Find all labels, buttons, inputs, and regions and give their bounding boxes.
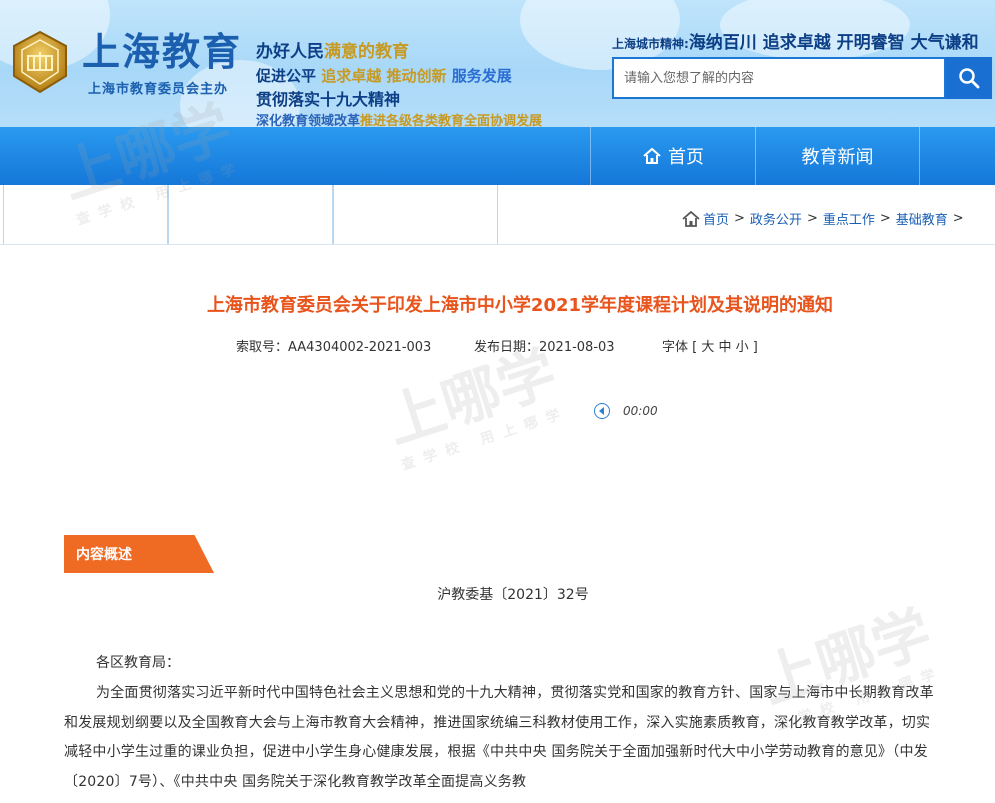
document-number: 沪教委基〔2021〕32号 <box>437 587 589 603</box>
search-button[interactable] <box>946 57 992 99</box>
site-subtitle: 上海市教育委员会主办 <box>88 82 229 97</box>
search-icon <box>958 67 980 89</box>
search-input[interactable] <box>614 59 944 97</box>
slogan-line: 促进公平 追求卓越 推动创新 服务发展 <box>256 64 542 88</box>
play-icon <box>598 407 606 415</box>
nav-item-label: 首页 <box>668 147 704 168</box>
publish-date: 发布日期：2021-08-03 <box>474 340 615 355</box>
article-title: 上海市教育委员会关于印发上海市中小学2021学年度课程计划及其说明的通知 <box>206 295 834 316</box>
audio-player: 00:00 <box>594 403 658 419</box>
breadcrumb-separator: > <box>879 211 891 226</box>
site-header: 上海教育 上海市教育委员会主办 办好人民满意的教育 促进公平 追求卓越 推动创新… <box>0 0 995 127</box>
header-slogans: 办好人民满意的教育 促进公平 追求卓越 推动创新 服务发展 贯彻落实十九大精神 … <box>256 40 542 127</box>
breadcrumb-item[interactable]: 基础教育 <box>896 209 948 228</box>
watermark-text: 查学校 用上哪学 <box>399 404 571 474</box>
audio-time: 00:00 <box>623 404 658 418</box>
salutation: 各区教育局： <box>96 655 180 671</box>
breadcrumb-item[interactable]: 首页 <box>703 209 729 228</box>
slogan-text: 办好人民 <box>256 42 324 62</box>
site-title[interactable]: 上海教育 <box>82 30 242 74</box>
breadcrumb-item[interactable]: 重点工作 <box>823 209 875 228</box>
home-icon <box>642 146 662 166</box>
home-icon <box>682 210 700 227</box>
slogan-text: 满意的教育 <box>324 42 409 62</box>
article-paragraph: 为全面贯彻落实习近平新时代中国特色社会主义思想和党的十九大精神，贯彻落实党和国家… <box>64 685 934 790</box>
slogan-text: 服务发展 <box>451 67 512 85</box>
index-number: 索取号：AA4304002-2021-003 <box>236 340 432 355</box>
slogan-text: 深化教育领域改革 <box>256 114 361 127</box>
breadcrumb-item[interactable]: 政务公开 <box>750 209 802 228</box>
breadcrumb: 首页 > 政务公开 > 重点工作 > 基础教育 > <box>682 209 969 228</box>
nav-item-news[interactable]: 教育新闻 <box>755 127 920 185</box>
article-meta: 索取号：AA4304002-2021-003 发布日期：2021-08-03 字… <box>236 336 758 355</box>
sub-nav: 首页 > 政务公开 > 重点工作 > 基础教育 > <box>0 185 995 245</box>
city-spirit-label: 上海城市精神: <box>612 37 689 51</box>
slogan-line: 深化教育领域改革推进各级各类教育全面协调发展 <box>256 112 542 127</box>
section-tag: 内容概述 <box>64 535 214 573</box>
slogan-text: 推动创新 <box>386 67 447 85</box>
search-box <box>612 57 946 99</box>
slogan-line: 办好人民满意的教育 <box>256 40 542 64</box>
slogan-text: 促进公平 <box>256 67 317 85</box>
site-logo-icon[interactable] <box>8 30 72 94</box>
main-nav: 首页 教育新闻 <box>0 127 995 185</box>
breadcrumb-separator: > <box>952 211 964 226</box>
sub-nav-cell[interactable] <box>3 185 168 244</box>
sub-nav-cell[interactable] <box>168 185 333 244</box>
breadcrumb-separator: > <box>734 211 745 226</box>
slogan-line: 贯彻落实十九大精神 <box>256 90 401 109</box>
sub-nav-cell[interactable] <box>333 185 498 244</box>
nav-item-label: 教育新闻 <box>801 147 874 168</box>
slogan-text: 追求卓越 <box>321 67 382 85</box>
breadcrumb-separator: > <box>806 211 818 226</box>
font-size-selector[interactable]: 字体 [ 大 中 小 ] <box>662 336 758 355</box>
city-spirit: 上海城市精神:海纳百川 追求卓越 开明睿智 大气谦和 <box>612 28 979 53</box>
city-spirit-value: 海纳百川 追求卓越 开明睿智 大气谦和 <box>688 33 979 53</box>
nav-item-home[interactable]: 首页 <box>590 127 755 185</box>
slogan-text: 推进各级各类教育全面协调发展 <box>360 114 543 127</box>
play-button[interactable] <box>594 403 610 419</box>
